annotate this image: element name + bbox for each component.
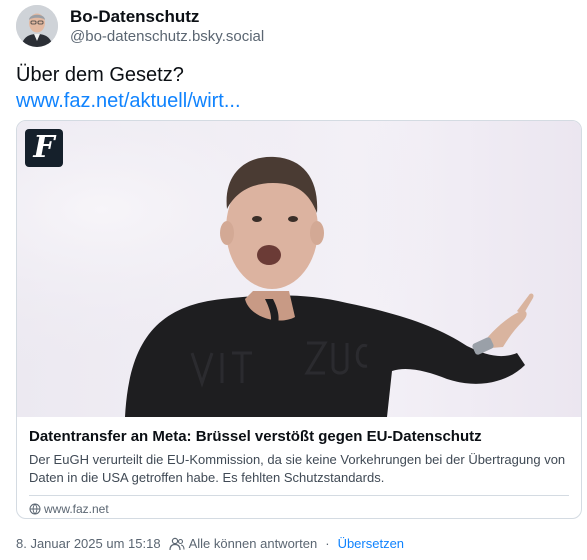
post-meta: 8. Januar 2025 um 15:18 Alle können antw… xyxy=(16,536,404,551)
post-header: Bo-Datenschutz @bo-datenschutz.bsky.soci… xyxy=(16,4,264,48)
people-icon xyxy=(168,537,185,550)
author-handle[interactable]: @bo-datenschutz.bsky.social xyxy=(70,27,264,46)
card-body: Datentransfer an Meta: Brüssel verstößt … xyxy=(17,417,581,516)
faz-logo: F xyxy=(25,129,63,167)
card-divider xyxy=(29,495,569,496)
card-source-domain: www.faz.net xyxy=(44,502,109,516)
post-link[interactable]: www.faz.net/aktuell/wirt... xyxy=(16,88,241,114)
card-description: Der EuGH verurteilt die EU-Kommission, d… xyxy=(29,452,566,485)
reply-setting[interactable]: Alle können antworten xyxy=(189,536,318,551)
card-source: www.faz.net xyxy=(29,502,569,516)
link-preview-card[interactable]: F Datentransfer an Meta: Brüssel verstöß… xyxy=(16,120,582,519)
post-body: Über dem Gesetz? www.faz.net/aktuell/wir… xyxy=(16,62,241,114)
meta-separator: · xyxy=(325,536,330,551)
globe-icon xyxy=(29,503,41,515)
article-photo xyxy=(17,121,581,417)
card-image: F xyxy=(17,121,581,417)
post-text: Über dem Gesetz? xyxy=(16,64,184,86)
author-display-name[interactable]: Bo-Datenschutz xyxy=(70,6,264,27)
card-title[interactable]: Datentransfer an Meta: Brüssel verstößt … xyxy=(29,427,569,447)
translate-button[interactable]: Übersetzen xyxy=(338,536,404,551)
post-timestamp[interactable]: 8. Januar 2025 um 15:18 xyxy=(16,536,161,551)
author-info: Bo-Datenschutz @bo-datenschutz.bsky.soci… xyxy=(70,6,264,46)
avatar-image xyxy=(16,5,58,47)
avatar[interactable] xyxy=(16,5,58,47)
